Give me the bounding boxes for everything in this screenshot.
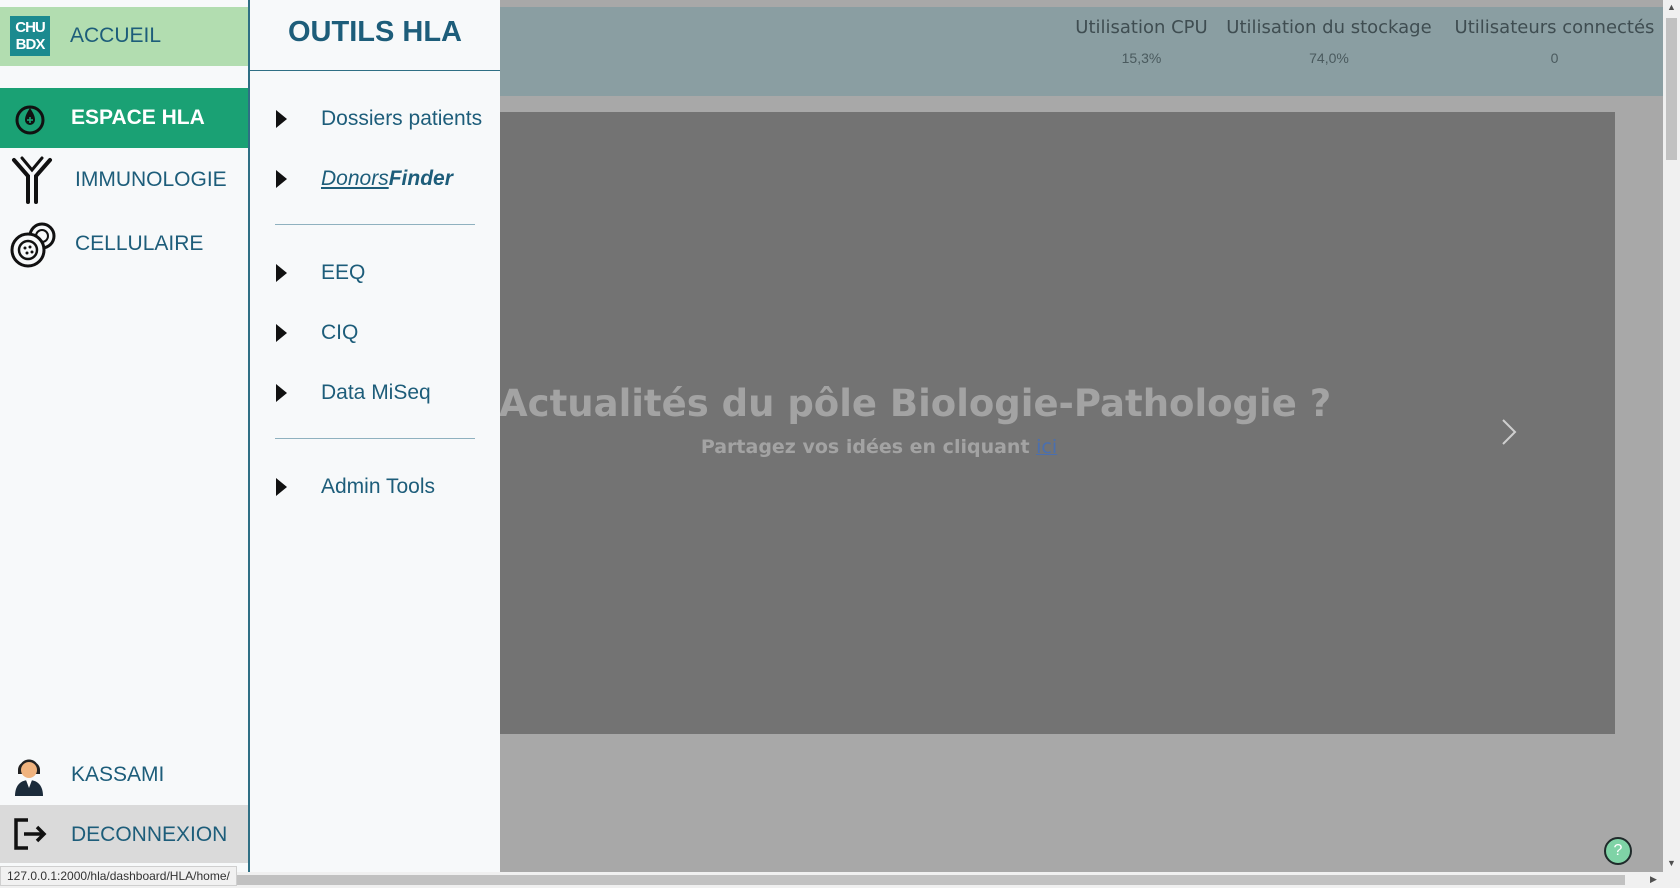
stat-cpu-value: 15,3%	[1121, 50, 1162, 66]
nav-cellulaire-label: CELLULAIRE	[75, 232, 204, 255]
nav-espace-hla-label: ESPACE HLA	[71, 106, 205, 129]
nav-accueil[interactable]: CHU BDX ACCUEIL	[0, 7, 248, 66]
carousel-subtitle: Partagez vos idées en cliquant ici	[499, 436, 1259, 458]
logout-icon	[14, 818, 47, 850]
stat-storage: Utilisation du stockage 74,0%	[1224, 17, 1434, 66]
tool-data-miseq[interactable]: Data MiSeq	[250, 372, 500, 412]
chevron-right-icon	[1502, 419, 1517, 445]
nav-immunologie[interactable]: IMMUNOLOGIE	[0, 150, 248, 210]
stat-cpu: Utilisation CPU 15,3%	[1059, 17, 1224, 66]
tool-label: Data MiSeq	[321, 381, 431, 404]
caret-right-icon	[276, 478, 287, 496]
tools-separator	[275, 438, 475, 439]
horizontal-scroll-thumb[interactable]	[235, 875, 1625, 885]
tools-separator	[275, 224, 475, 225]
cells-icon	[10, 222, 56, 268]
user-avatar-icon	[15, 759, 43, 796]
stat-storage-value: 74,0%	[1309, 50, 1349, 66]
main-sidebar: CHU BDX ACCUEIL ESPACE HLA IMMUNOLOGIE CE…	[0, 0, 250, 872]
tool-label: DonorsFinder	[321, 167, 453, 191]
caret-right-icon	[276, 324, 287, 342]
nav-logout-label: DECONNEXION	[71, 823, 228, 846]
tools-panel: OUTILS HLA Dossiers patients DonorsFinde…	[250, 0, 500, 872]
blood-drop-icon	[15, 105, 45, 135]
tool-ciq[interactable]: CIQ	[250, 312, 500, 352]
chu-logo: CHU BDX	[10, 16, 50, 56]
stat-users-label: Utilisateurs connectés	[1454, 17, 1655, 38]
carousel-link[interactable]: ici	[1036, 436, 1057, 458]
tool-donorsfinder[interactable]: DonorsFinder	[250, 158, 500, 198]
horizontal-scrollbar[interactable]: ▶	[0, 872, 1680, 888]
tools-title: OUTILS HLA	[288, 16, 462, 48]
caret-right-icon	[276, 170, 287, 188]
tool-dossiers-patients[interactable]: Dossiers patients	[250, 98, 500, 138]
scroll-down-icon[interactable]: ▼	[1667, 858, 1676, 868]
carousel-subtitle-text: Partagez vos idées en cliquant	[700, 436, 1030, 458]
help-button[interactable]: ?	[1604, 837, 1632, 865]
stats-bar: Utilisation CPU 15,3% Utilisation du sto…	[499, 7, 1663, 96]
vertical-scroll-thumb[interactable]	[1666, 18, 1677, 160]
donorsfinder-part2: Finder	[388, 167, 453, 190]
stat-users-value: 0	[1550, 50, 1559, 66]
vertical-scrollbar[interactable]: ▲ ▼	[1663, 0, 1680, 872]
caret-right-icon	[276, 264, 287, 282]
nav-user-label: KASSAMI	[71, 763, 165, 786]
nav-accueil-label: ACCUEIL	[70, 24, 162, 47]
status-url: 127.0.0.1:2000/hla/dashboard/HLA/home/	[0, 866, 237, 886]
tool-label: Admin Tools	[321, 475, 436, 498]
stat-users: Utilisateurs connectés 0	[1452, 17, 1657, 66]
nav-logout[interactable]: DECONNEXION	[0, 805, 248, 863]
tool-label: CIQ	[321, 321, 359, 344]
scroll-up-icon[interactable]: ▲	[1667, 2, 1676, 12]
nav-user[interactable]: KASSAMI	[0, 744, 248, 802]
scroll-right-icon[interactable]: ▶	[1650, 874, 1657, 885]
tool-admin-tools[interactable]: Admin Tools	[250, 466, 500, 506]
stat-storage-label: Utilisation du stockage	[1226, 17, 1432, 38]
tool-label: Dossiers patients	[321, 107, 483, 130]
carousel-title: Actualités du pôle Biologie-Pathologie ?	[499, 382, 1332, 425]
carousel-next-button[interactable]	[1489, 402, 1529, 462]
news-carousel: Actualités du pôle Biologie-Pathologie ?…	[499, 112, 1615, 734]
caret-right-icon	[276, 384, 287, 402]
donorsfinder-part1: Donors	[321, 167, 389, 190]
tools-divider-top	[250, 70, 500, 71]
tool-eeq[interactable]: EEQ	[250, 252, 500, 292]
nav-immunologie-label: IMMUNOLOGIE	[75, 168, 227, 191]
stat-cpu-label: Utilisation CPU	[1075, 17, 1208, 38]
nav-cellulaire[interactable]: CELLULAIRE	[0, 214, 248, 274]
nav-espace-hla[interactable]: ESPACE HLA	[0, 88, 248, 148]
tool-label: EEQ	[321, 261, 366, 284]
caret-right-icon	[276, 110, 287, 128]
antibody-icon	[12, 156, 52, 204]
